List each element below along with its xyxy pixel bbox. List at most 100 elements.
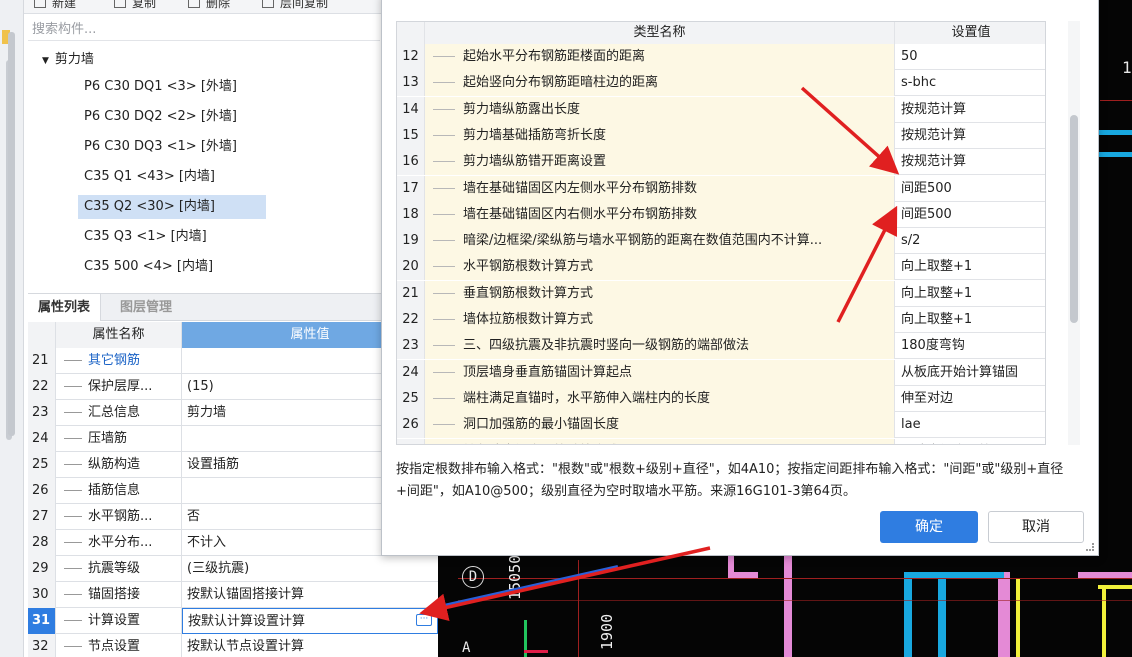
setting-value[interactable]: 180度弯钩 — [895, 333, 1045, 359]
property-row[interactable]: 22 保护层厚... (15) — [28, 374, 438, 400]
tree-item[interactable]: C35 500 <4> [内墙] — [80, 255, 217, 272]
chevron-down-icon[interactable]: ▼ — [42, 56, 49, 66]
property-value[interactable]: 按默认计算设置计算 — [182, 608, 438, 634]
setting-value[interactable]: 从板底开始计算锚固 — [895, 360, 1045, 386]
header-setting-value: 设置值 — [895, 22, 1045, 44]
settings-row[interactable]: 23 三、四级抗震及非抗震时竖向一级钢筋的端部做法 180度弯钩 — [397, 333, 1045, 360]
setting-type-name: 起始竖向分布钢筋距暗柱边的距离 — [425, 70, 895, 97]
property-value[interactable]: 按默认锚固搭接计算 — [182, 582, 438, 608]
property-row[interactable]: 30 锚固搭接 按默认锚固搭接计算 — [28, 582, 438, 608]
property-row[interactable]: 25 纵筋构造 设置插筋 — [28, 452, 438, 478]
setting-value[interactable]: s-bhc — [895, 70, 1045, 96]
settings-row[interactable]: 19 暗梁/边框梁/梁纵筋与墙水平钢筋的距离在数值范围内不计算... s/2 — [397, 228, 1045, 255]
setting-value[interactable]: lae — [895, 412, 1045, 438]
property-value[interactable]: 按默认节点设置计算 — [182, 634, 438, 657]
header-num-cell — [397, 22, 425, 44]
row-number: 22 — [28, 374, 56, 400]
settings-row[interactable]: 25 端柱满足直锚时，水平筋伸入端柱内的长度 伸至对边 — [397, 385, 1045, 412]
property-row[interactable]: 23 汇总信息 剪力墙 — [28, 400, 438, 426]
settings-row[interactable]: 24 顶层墙身垂直筋锚固计算起点 从板底开始计算锚固 — [397, 359, 1045, 386]
setting-type-name: 剪力墙纵筋错开距离设置 — [425, 149, 895, 176]
property-row[interactable]: 21 其它钢筋 — [28, 348, 438, 374]
setting-value[interactable]: 间距500 — [895, 202, 1045, 228]
property-row[interactable]: 32 节点设置 按默认节点设置计算 — [28, 634, 438, 657]
settings-row[interactable]: 15 剪力墙基础插筋弯折长度 按规范计算 — [397, 122, 1045, 149]
property-row[interactable]: 26 插筋信息 — [28, 478, 438, 504]
setting-type-text: 端柱满足直锚时，水平筋伸入端柱内的长度 — [463, 390, 711, 406]
settings-row[interactable]: 14 剪力墙纵筋露出长度 按规范计算 — [397, 96, 1045, 123]
setting-value[interactable]: 向上取整+1 — [895, 281, 1045, 307]
ok-button[interactable]: 确定 — [880, 511, 978, 543]
search-input[interactable]: 搜索构件... — [28, 15, 380, 41]
settings-row[interactable]: 18 墙在基础锚固区内右侧水平分布钢筋排数 间距500 — [397, 201, 1045, 228]
property-row[interactable]: 27 水平钢筋... 否 — [28, 504, 438, 530]
tree-item[interactable]: C35 Q3 <1> [内墙] — [80, 225, 211, 249]
tab-layers[interactable]: 图层管理 — [110, 294, 182, 321]
tree-item[interactable]: P6 C30 DQ1 <3> [外墙] — [80, 75, 241, 99]
setting-value[interactable]: 按规范计算 — [895, 123, 1045, 149]
settings-row[interactable]: 22 墙体拉筋根数计算方式 向上取整+1 — [397, 307, 1045, 333]
settings-row[interactable]: 27 转角墙内侧水平筋计算方式 同墙内侧水平筋 — [397, 438, 1045, 445]
setting-value[interactable]: 按规范计算 — [895, 149, 1045, 175]
row-number: 25 — [28, 452, 56, 478]
tree-item[interactable]: P6 C30 DQ2 <2> [外墙] — [80, 105, 241, 129]
dimension-text: 1900 — [598, 613, 616, 650]
setting-type-name: 洞口加强筋的最小锚固长度 — [425, 412, 895, 439]
ellipsis-button[interactable]: ··· — [416, 614, 432, 626]
settings-row[interactable]: 16 剪力墙纵筋错开距离设置 按规范计算 — [397, 149, 1045, 176]
tree-item-selected[interactable]: C35 Q2 <30> [内墙] — [78, 195, 266, 219]
settings-row[interactable]: 21 垂直钢筋根数计算方式 向上取整+1 — [397, 280, 1045, 307]
property-name: 纵筋构造 — [56, 452, 182, 478]
setting-value[interactable]: 间距500 — [895, 176, 1045, 202]
property-row[interactable]: 28 水平分布... 不计入 — [28, 530, 438, 556]
layer-copy-icon[interactable] — [262, 0, 274, 8]
setting-value[interactable]: s/2 — [895, 228, 1045, 254]
setting-type-name: 剪力墙纵筋露出长度 — [425, 96, 895, 123]
settings-row[interactable]: 12 起始水平分布钢筋距楼面的距离 50 — [397, 44, 1045, 70]
new-button[interactable]: 新建 — [52, 0, 76, 11]
tree-scrollbar[interactable] — [8, 32, 15, 436]
property-name-text: 压墙筋 — [88, 431, 128, 446]
delete-icon[interactable] — [188, 0, 200, 8]
cancel-button[interactable]: 取消 — [988, 511, 1084, 543]
setting-value[interactable]: 伸至对边 — [895, 386, 1045, 412]
copy-button[interactable]: 复制 — [132, 0, 156, 11]
property-row[interactable]: 24 压墙筋 — [28, 426, 438, 452]
settings-row[interactable]: 20 水平钢筋根数计算方式 向上取整+1 — [397, 254, 1045, 281]
property-name-text: 插筋信息 — [88, 483, 141, 498]
tree-group-shear-wall[interactable]: ▼ 剪力墙 — [42, 48, 94, 67]
setting-type-name: 暗梁/边框梁/梁纵筋与墙水平钢筋的距离在数值范围内不计算... — [425, 228, 895, 255]
property-row[interactable]: 29 抗震等级 (三级抗震) — [28, 556, 438, 582]
settings-row[interactable]: 17 墙在基础锚固区内左侧水平分布钢筋排数 间距500 — [397, 175, 1045, 202]
delete-button[interactable]: 删除 — [206, 0, 230, 11]
property-name: 其它钢筋 — [56, 348, 182, 374]
settings-row[interactable]: 13 起始竖向分布钢筋距暗柱边的距离 s-bhc — [397, 70, 1045, 97]
cad-line — [578, 560, 579, 657]
new-icon[interactable] — [34, 0, 46, 8]
tab-properties[interactable]: 属性列表 — [28, 294, 102, 321]
cad-wall — [904, 578, 912, 657]
resize-grip-icon[interactable] — [1086, 543, 1094, 551]
layer-copy-button[interactable]: 层间复制 — [280, 0, 328, 11]
setting-value[interactable]: 按规范计算 — [895, 97, 1045, 123]
tree-item[interactable]: P6 C30 DQ3 <1> [外墙] — [80, 135, 241, 159]
copy-icon[interactable] — [114, 0, 126, 8]
property-name: 水平钢筋... — [56, 504, 182, 530]
setting-value[interactable]: 向上取整+1 — [895, 307, 1045, 333]
setting-value[interactable]: 50 — [895, 44, 1045, 70]
setting-value[interactable]: 向上取整+1 — [895, 254, 1045, 280]
setting-type-text: 洞口加强筋的最小锚固长度 — [463, 417, 620, 433]
row-number: 17 — [397, 175, 425, 202]
row-number: 29 — [28, 556, 56, 582]
cad-wall — [1102, 585, 1106, 657]
property-row[interactable]: 31 计算设置 按默认计算设置计算 ··· — [28, 608, 438, 634]
property-value[interactable]: (三级抗震) — [182, 556, 438, 582]
settings-scrollbar-thumb[interactable] — [1070, 115, 1078, 323]
setting-type-name: 水平钢筋根数计算方式 — [425, 254, 895, 281]
property-name: 节点设置 — [56, 634, 182, 657]
settings-row[interactable]: 26 洞口加强筋的最小锚固长度 lae — [397, 412, 1045, 439]
tree-item[interactable]: C35 Q1 <43> [内墙] — [80, 165, 219, 189]
row-number: 21 — [397, 280, 425, 307]
input-format-note: 按指定根数排布输入格式："根数"或"根数+级别+直径"，如4A10；按指定间距排… — [396, 462, 1064, 499]
setting-value[interactable]: 同墙内侧水平筋 — [895, 439, 1045, 445]
